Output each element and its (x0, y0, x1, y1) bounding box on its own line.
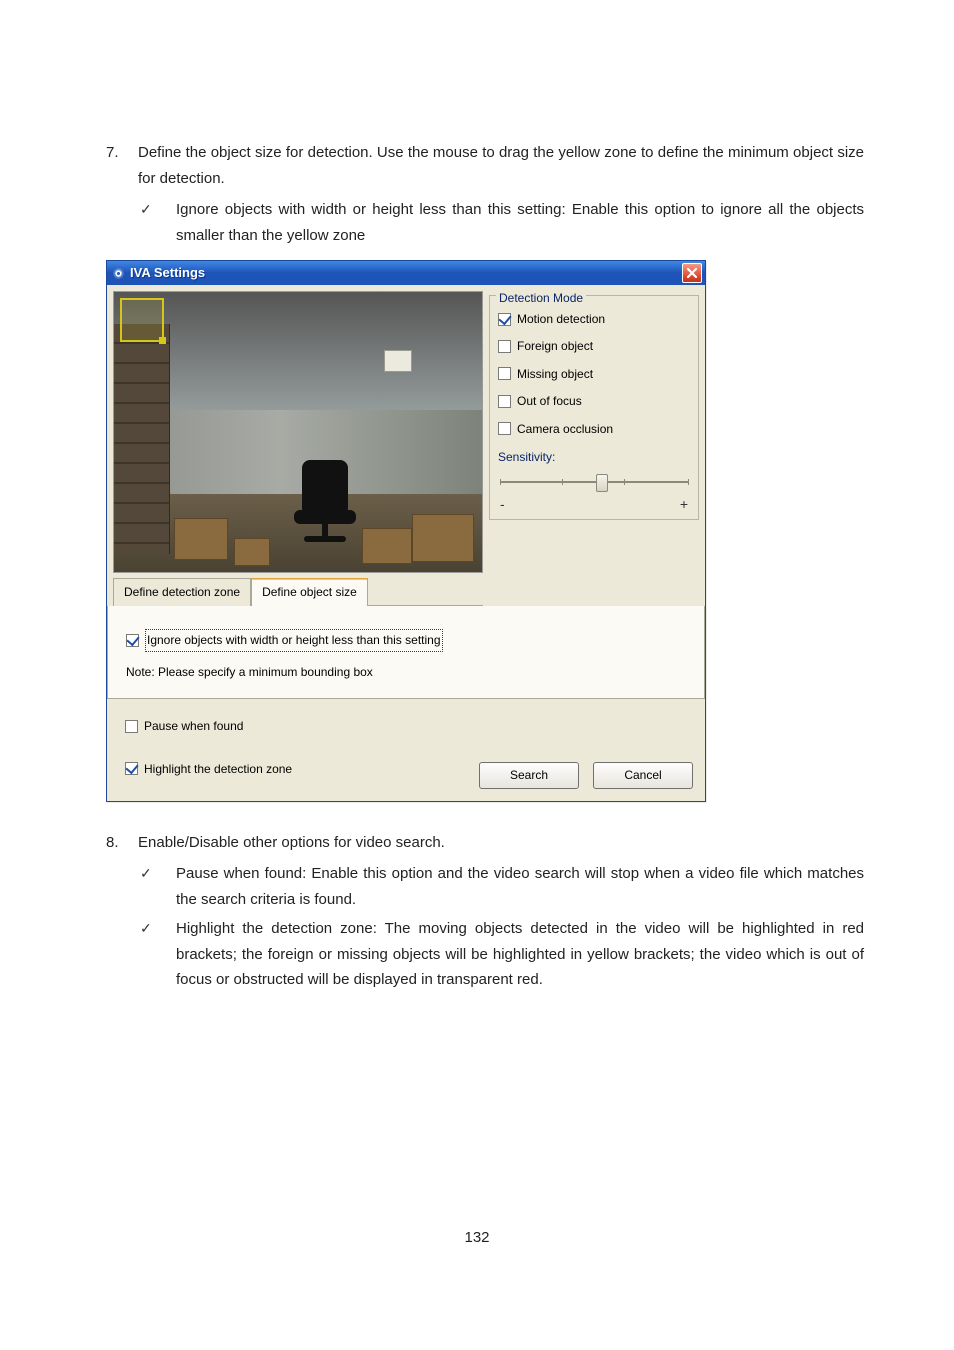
cb-label: Camera occlusion (517, 419, 613, 439)
checkbox-icon[interactable] (498, 422, 511, 435)
cb-missing-object[interactable]: Missing object (498, 364, 690, 384)
preview-object-chair (294, 460, 356, 542)
cb-label: Foreign object (517, 336, 593, 356)
cb-ignore-smaller[interactable]: Ignore objects with width or height less… (126, 629, 694, 651)
slider-plus-icon: + (680, 493, 688, 517)
tab-panel-object-size: Ignore objects with width or height less… (107, 606, 705, 699)
checkbox-icon[interactable] (498, 340, 511, 353)
checkmark-icon: ✓ (140, 197, 176, 248)
checkmark-icon: ✓ (140, 861, 176, 912)
cb-label: Highlight the detection zone (144, 759, 292, 779)
slider-minus-icon: - (500, 493, 505, 517)
tab-define-object-size[interactable]: Define object size (251, 578, 368, 606)
cb-foreign-object[interactable]: Foreign object (498, 336, 690, 356)
step-8-bullets: ✓ Pause when found: Enable this option a… (140, 861, 864, 993)
step-8-bullet-1-text: Pause when found: Enable this option and… (176, 861, 864, 912)
checkbox-icon[interactable] (125, 720, 138, 733)
tab-define-detection-zone[interactable]: Define detection zone (113, 578, 251, 606)
cancel-button[interactable]: Cancel (593, 762, 693, 788)
cb-camera-occlusion[interactable]: Camera occlusion (498, 419, 690, 439)
dialog-title: IVA Settings (130, 262, 682, 284)
cb-label: Out of focus (517, 391, 582, 411)
step-7-number: 7. (106, 140, 138, 191)
step-8-text: Enable/Disable other options for video s… (138, 830, 864, 856)
slider-thumb[interactable] (596, 474, 608, 492)
cb-motion-detection[interactable]: Motion detection (498, 309, 690, 329)
tabs: Define detection zone Define object size (113, 577, 483, 606)
sensitivity-slider[interactable]: - + (500, 471, 688, 511)
step-8-bullet-2-text: Highlight the detection zone: The moving… (176, 916, 864, 993)
step-7: 7. Define the object size for detection.… (106, 140, 864, 191)
checkbox-icon[interactable] (126, 634, 139, 647)
step-8-bullet-1: ✓ Pause when found: Enable this option a… (140, 861, 864, 912)
close-button[interactable] (682, 263, 702, 283)
step-7-text: Define the object size for detection. Us… (138, 140, 864, 191)
search-button[interactable]: Search (479, 762, 579, 788)
resize-handle[interactable] (159, 337, 166, 344)
detection-mode-legend: Detection Mode (496, 288, 586, 308)
note-text: Note: Please specify a minimum bounding … (126, 662, 694, 682)
step-7-bullet-1-text: Ignore objects with width or height less… (176, 197, 864, 248)
step-8-number: 8. (106, 830, 138, 856)
min-bounding-box[interactable] (120, 298, 164, 342)
step-8-bullet-2: ✓ Highlight the detection zone: The movi… (140, 916, 864, 993)
checkbox-icon[interactable] (498, 367, 511, 380)
video-preview[interactable] (113, 291, 483, 573)
checkbox-icon[interactable] (498, 395, 511, 408)
page-number: 132 (0, 1225, 954, 1251)
checkmark-icon: ✓ (140, 916, 176, 993)
iva-settings-dialog: IVA Settings (106, 260, 706, 802)
checkbox-icon[interactable] (498, 313, 511, 326)
step-8: 8. Enable/Disable other options for vide… (106, 830, 864, 856)
cb-label: Motion detection (517, 309, 605, 329)
cb-label: Missing object (517, 364, 593, 384)
cb-pause-when-found[interactable]: Pause when found (125, 716, 699, 736)
cb-out-of-focus[interactable]: Out of focus (498, 391, 690, 411)
cb-label: Pause when found (144, 716, 243, 736)
cb-label: Ignore objects with width or height less… (145, 629, 443, 651)
sensitivity-label: Sensitivity: (498, 447, 690, 467)
step-7-bullets: ✓ Ignore objects with width or height le… (140, 197, 864, 248)
step-7-bullet-1: ✓ Ignore objects with width or height le… (140, 197, 864, 248)
app-icon (111, 266, 125, 280)
detection-mode-group: Detection Mode Motion detection Foreign … (489, 295, 699, 520)
dialog-titlebar[interactable]: IVA Settings (107, 261, 705, 285)
checkbox-icon[interactable] (125, 762, 138, 775)
close-icon (686, 267, 698, 279)
